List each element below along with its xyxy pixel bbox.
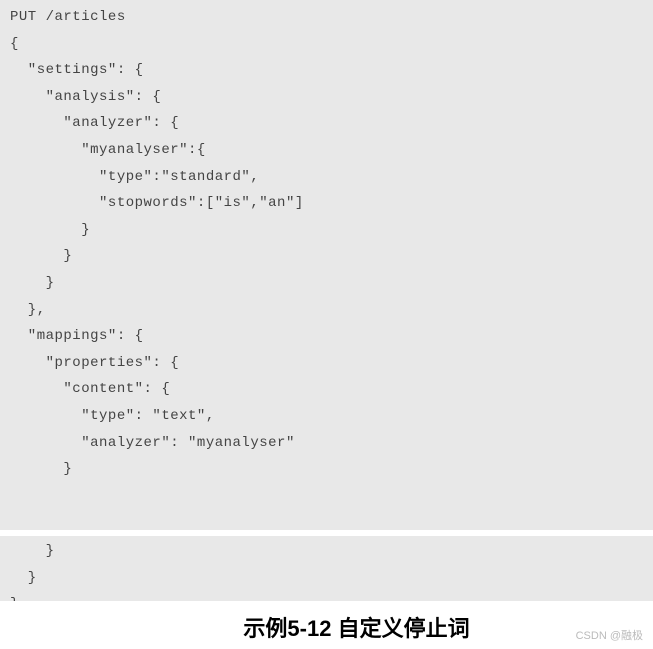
code-line: "content": { bbox=[10, 376, 643, 403]
code-line: } bbox=[10, 565, 643, 592]
code-line: { bbox=[10, 31, 643, 58]
code-line: PUT /articles bbox=[10, 4, 643, 31]
code-line: "settings": { bbox=[10, 57, 643, 84]
code-line: "analyzer": "myanalyser" bbox=[10, 430, 643, 457]
code-line: "type":"standard", bbox=[10, 164, 643, 191]
watermark-text: CSDN @融极 bbox=[576, 627, 643, 643]
caption-text: 示例5-12 自定义停止词 bbox=[243, 611, 469, 643]
code-line: "mappings": { bbox=[10, 323, 643, 350]
code-line: } bbox=[10, 538, 643, 565]
code-block-lower: } } } bbox=[0, 536, 653, 601]
caption-area: 示例5-12 自定义停止词 CSDN @融极 bbox=[0, 601, 653, 649]
code-line: "type": "text", bbox=[10, 403, 643, 430]
code-line: } bbox=[10, 217, 643, 244]
code-line: } bbox=[10, 456, 643, 483]
code-block-upper: PUT /articles { "settings": { "analysis"… bbox=[0, 0, 653, 530]
code-line: } bbox=[10, 243, 643, 270]
code-line: "analysis": { bbox=[10, 84, 643, 111]
code-line: } bbox=[10, 270, 643, 297]
code-line: "stopwords":["is","an"] bbox=[10, 190, 643, 217]
code-line: "myanalyser":{ bbox=[10, 137, 643, 164]
code-line: "properties": { bbox=[10, 350, 643, 377]
code-line: "analyzer": { bbox=[10, 110, 643, 137]
code-line: }, bbox=[10, 297, 643, 324]
